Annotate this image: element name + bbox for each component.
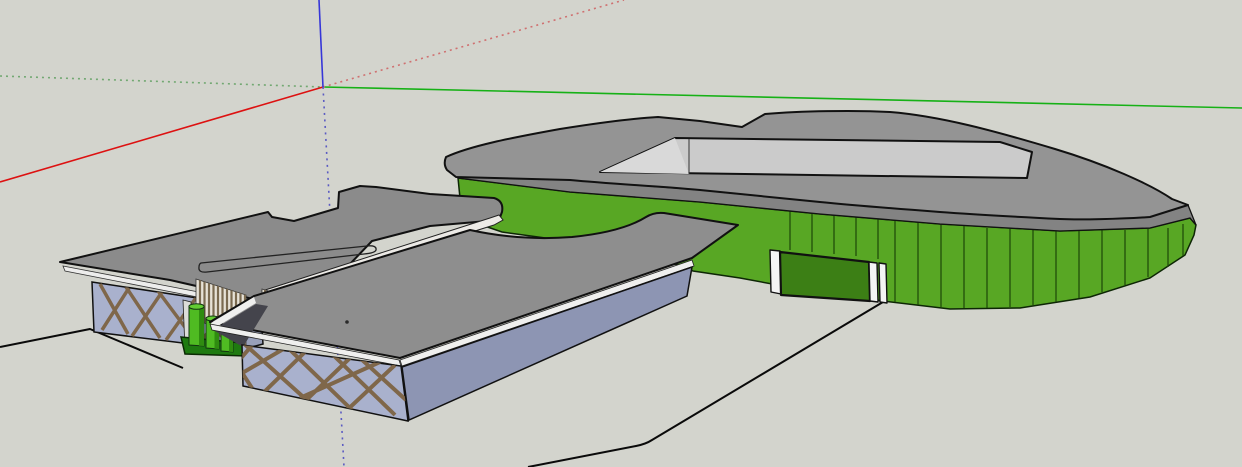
model-viewport-canvas[interactable]: [0, 0, 1242, 467]
door-frame-right-inner: [869, 262, 878, 302]
green-cylinder-1[interactable]: [189, 304, 204, 346]
courtyard-opening[interactable]: [600, 138, 1032, 178]
roof-guide-point: [345, 320, 349, 324]
model-viewport[interactable]: [0, 0, 1242, 467]
door-frame-right-outer: [879, 263, 887, 303]
cylinder-top: [189, 304, 204, 310]
cylinder-shade: [199, 307, 204, 346]
